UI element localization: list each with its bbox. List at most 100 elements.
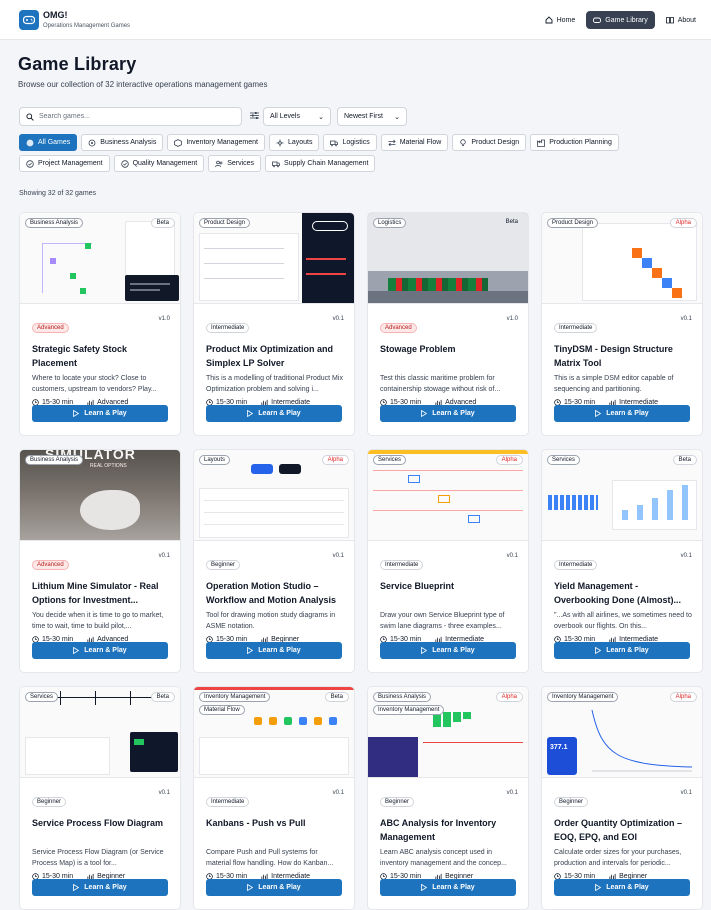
game-card[interactable]: SIMULATOR REAL OPTIONS Business Analysis… — [19, 449, 181, 673]
category-chip-inventory-management[interactable]: Inventory Management — [167, 134, 265, 151]
game-card[interactable]: Logistics Beta Advanced v1.0 Stowage Pro… — [367, 212, 529, 436]
play-icon — [73, 647, 80, 654]
game-title[interactable]: Kanbans - Push vs Pull — [206, 816, 344, 844]
learn-and-play-button[interactable]: Learn & Play — [554, 405, 690, 422]
category-tag: Business Analysis — [25, 218, 84, 228]
page-subtitle: Browse our collection of 32 interactive … — [18, 80, 268, 89]
play-button-label: Learn & Play — [258, 410, 301, 417]
game-thumbnail: Logistics Beta — [368, 213, 528, 304]
game-title[interactable]: Strategic Safety Stock Placement — [32, 342, 170, 370]
learn-and-play-button[interactable]: Learn & Play — [380, 642, 516, 659]
category-tag: Inventory Management — [547, 692, 619, 702]
category-tag: Services — [547, 455, 581, 465]
home-icon — [545, 16, 553, 24]
game-description: This is a simple DSM editor capable of s… — [554, 375, 674, 393]
category-chip-quality-management[interactable]: Quality Management — [113, 155, 205, 172]
category-chip-business-analysis[interactable]: Business Analysis — [81, 134, 164, 151]
category-chip-production-planning[interactable]: Production Planning — [530, 134, 619, 151]
nav-game-library-label: Game Library — [605, 16, 648, 24]
play-icon — [73, 884, 80, 891]
learn-and-play-button[interactable]: Learn & Play — [206, 405, 342, 422]
learn-and-play-button[interactable]: Learn & Play — [32, 405, 168, 422]
category-chip-logistics[interactable]: Logistics — [323, 134, 377, 151]
game-card[interactable]: Product Design Intermediate v0.1 Product… — [193, 212, 355, 436]
category-chip-services[interactable]: Services — [208, 155, 262, 172]
game-card[interactable]: Services Beta Intermediate v0.1 Yield Ma… — [541, 449, 703, 673]
game-card[interactable]: Product Design Alpha Intermediate v0.1 T… — [541, 212, 703, 436]
library-icon — [593, 17, 602, 23]
game-title[interactable]: Service Process Flow Diagram — [32, 816, 170, 844]
app-name[interactable]: OMG! — [43, 11, 68, 20]
version-label: v1.0 — [506, 316, 518, 322]
game-title[interactable]: TinyDSM - Design Structure Matrix Tool — [554, 342, 692, 370]
play-icon — [247, 410, 254, 417]
level-badge: Beginner — [32, 797, 67, 807]
learn-and-play-button[interactable]: Learn & Play — [380, 879, 516, 896]
game-card[interactable]: 377.1 Inventory Management Alpha Beginne… — [541, 686, 703, 910]
game-card[interactable]: Services Beta Beginner v0.1 Service Proc… — [19, 686, 181, 910]
learn-and-play-button[interactable]: Learn & Play — [32, 642, 168, 659]
game-thumbnail: Services Beta — [20, 687, 180, 778]
book-icon — [665, 17, 674, 24]
game-description: Where to locate your stock? Close to cus… — [32, 375, 157, 393]
play-button-label: Learn & Play — [432, 884, 475, 891]
game-thumbnail: Product Design Alpha — [542, 213, 702, 304]
app-tagline: Operations Management Games — [43, 23, 131, 29]
sort-select-value: Newest First — [344, 113, 383, 120]
game-description: This is a modelling of traditional Produ… — [206, 375, 343, 393]
game-description: Tool for drawing motion study diagrams i… — [206, 612, 336, 630]
game-title[interactable]: Yield Management - Overbooking Done (Alm… — [554, 579, 692, 607]
category-chip-label: Material Flow — [399, 139, 442, 146]
level-badge: Advanced — [32, 323, 69, 333]
game-title[interactable]: Operation Motion Studio – Workflow and M… — [206, 579, 344, 607]
level-select[interactable]: All Levels ⌄ — [263, 107, 331, 126]
game-grid: Business Analysis Beta Advanced v1.0 Str… — [19, 212, 703, 910]
learn-and-play-button[interactable]: Learn & Play — [554, 879, 690, 896]
game-title[interactable]: Product Mix Optimization and Simplex LP … — [206, 342, 344, 370]
grid-icon — [26, 139, 34, 146]
users-icon — [215, 160, 223, 167]
game-title[interactable]: Lithium Mine Simulator - Real Options fo… — [32, 579, 170, 607]
game-card[interactable]: Inventory Management Material Flow Beta … — [193, 686, 355, 910]
search-box[interactable] — [19, 107, 242, 126]
category-chip-label: Project Management — [38, 160, 103, 167]
category-chip-all-games[interactable]: All Games — [19, 134, 78, 151]
category-chip-supply-chain-management[interactable]: Supply Chain Management — [265, 155, 376, 172]
learn-and-play-button[interactable]: Learn & Play — [206, 642, 342, 659]
game-thumbnail: Layouts Alpha — [194, 450, 354, 541]
category-chip-project-management[interactable]: Project Management — [19, 155, 110, 172]
truck-icon — [330, 140, 339, 146]
play-button-label: Learn & Play — [84, 647, 127, 654]
play-icon — [421, 884, 428, 891]
version-label: v0.1 — [158, 790, 170, 796]
game-card[interactable]: Business Analysis Inventory Management A… — [367, 686, 529, 910]
category-chip-material-flow[interactable]: Material Flow — [380, 134, 449, 151]
category-chip-layouts[interactable]: Layouts — [268, 134, 320, 151]
game-card[interactable]: Business Analysis Beta Advanced v1.0 Str… — [19, 212, 181, 436]
sort-select[interactable]: Newest First ⌄ — [337, 107, 407, 126]
thumbnail-subtitle-text: REAL OPTIONS — [90, 463, 127, 469]
gamepad-logo-icon[interactable] — [19, 10, 39, 30]
status-badge: Alpha — [495, 455, 523, 465]
layout-icon — [276, 139, 284, 146]
level-badge: Intermediate — [206, 797, 250, 807]
category-chip-product-design[interactable]: Product Design — [452, 134, 527, 151]
check-circle-icon — [26, 159, 34, 168]
nav-about[interactable]: About — [659, 11, 703, 29]
learn-and-play-button[interactable]: Learn & Play — [32, 879, 168, 896]
level-badge: Intermediate — [206, 323, 250, 333]
learn-and-play-button[interactable]: Learn & Play — [554, 642, 690, 659]
nav-game-library[interactable]: Game Library — [586, 11, 655, 29]
game-title[interactable]: Service Blueprint — [380, 579, 518, 607]
game-title[interactable]: Order Quantity Optimization – EOQ, EPQ, … — [554, 816, 692, 844]
search-input[interactable] — [39, 113, 219, 120]
learn-and-play-button[interactable]: Learn & Play — [380, 405, 516, 422]
game-title[interactable]: Stowage Problem — [380, 342, 518, 370]
nav-home[interactable]: Home — [538, 11, 583, 29]
game-title[interactable]: ABC Analysis for Inventory Management — [380, 816, 518, 844]
category-tag: Layouts — [199, 455, 231, 465]
status-badge: Alpha — [495, 692, 523, 702]
game-card[interactable]: Layouts Alpha Beginner v0.1 Operation Mo… — [193, 449, 355, 673]
learn-and-play-button[interactable]: Learn & Play — [206, 879, 342, 896]
game-card[interactable]: Services Alpha Intermediate v0.1 Service… — [367, 449, 529, 673]
